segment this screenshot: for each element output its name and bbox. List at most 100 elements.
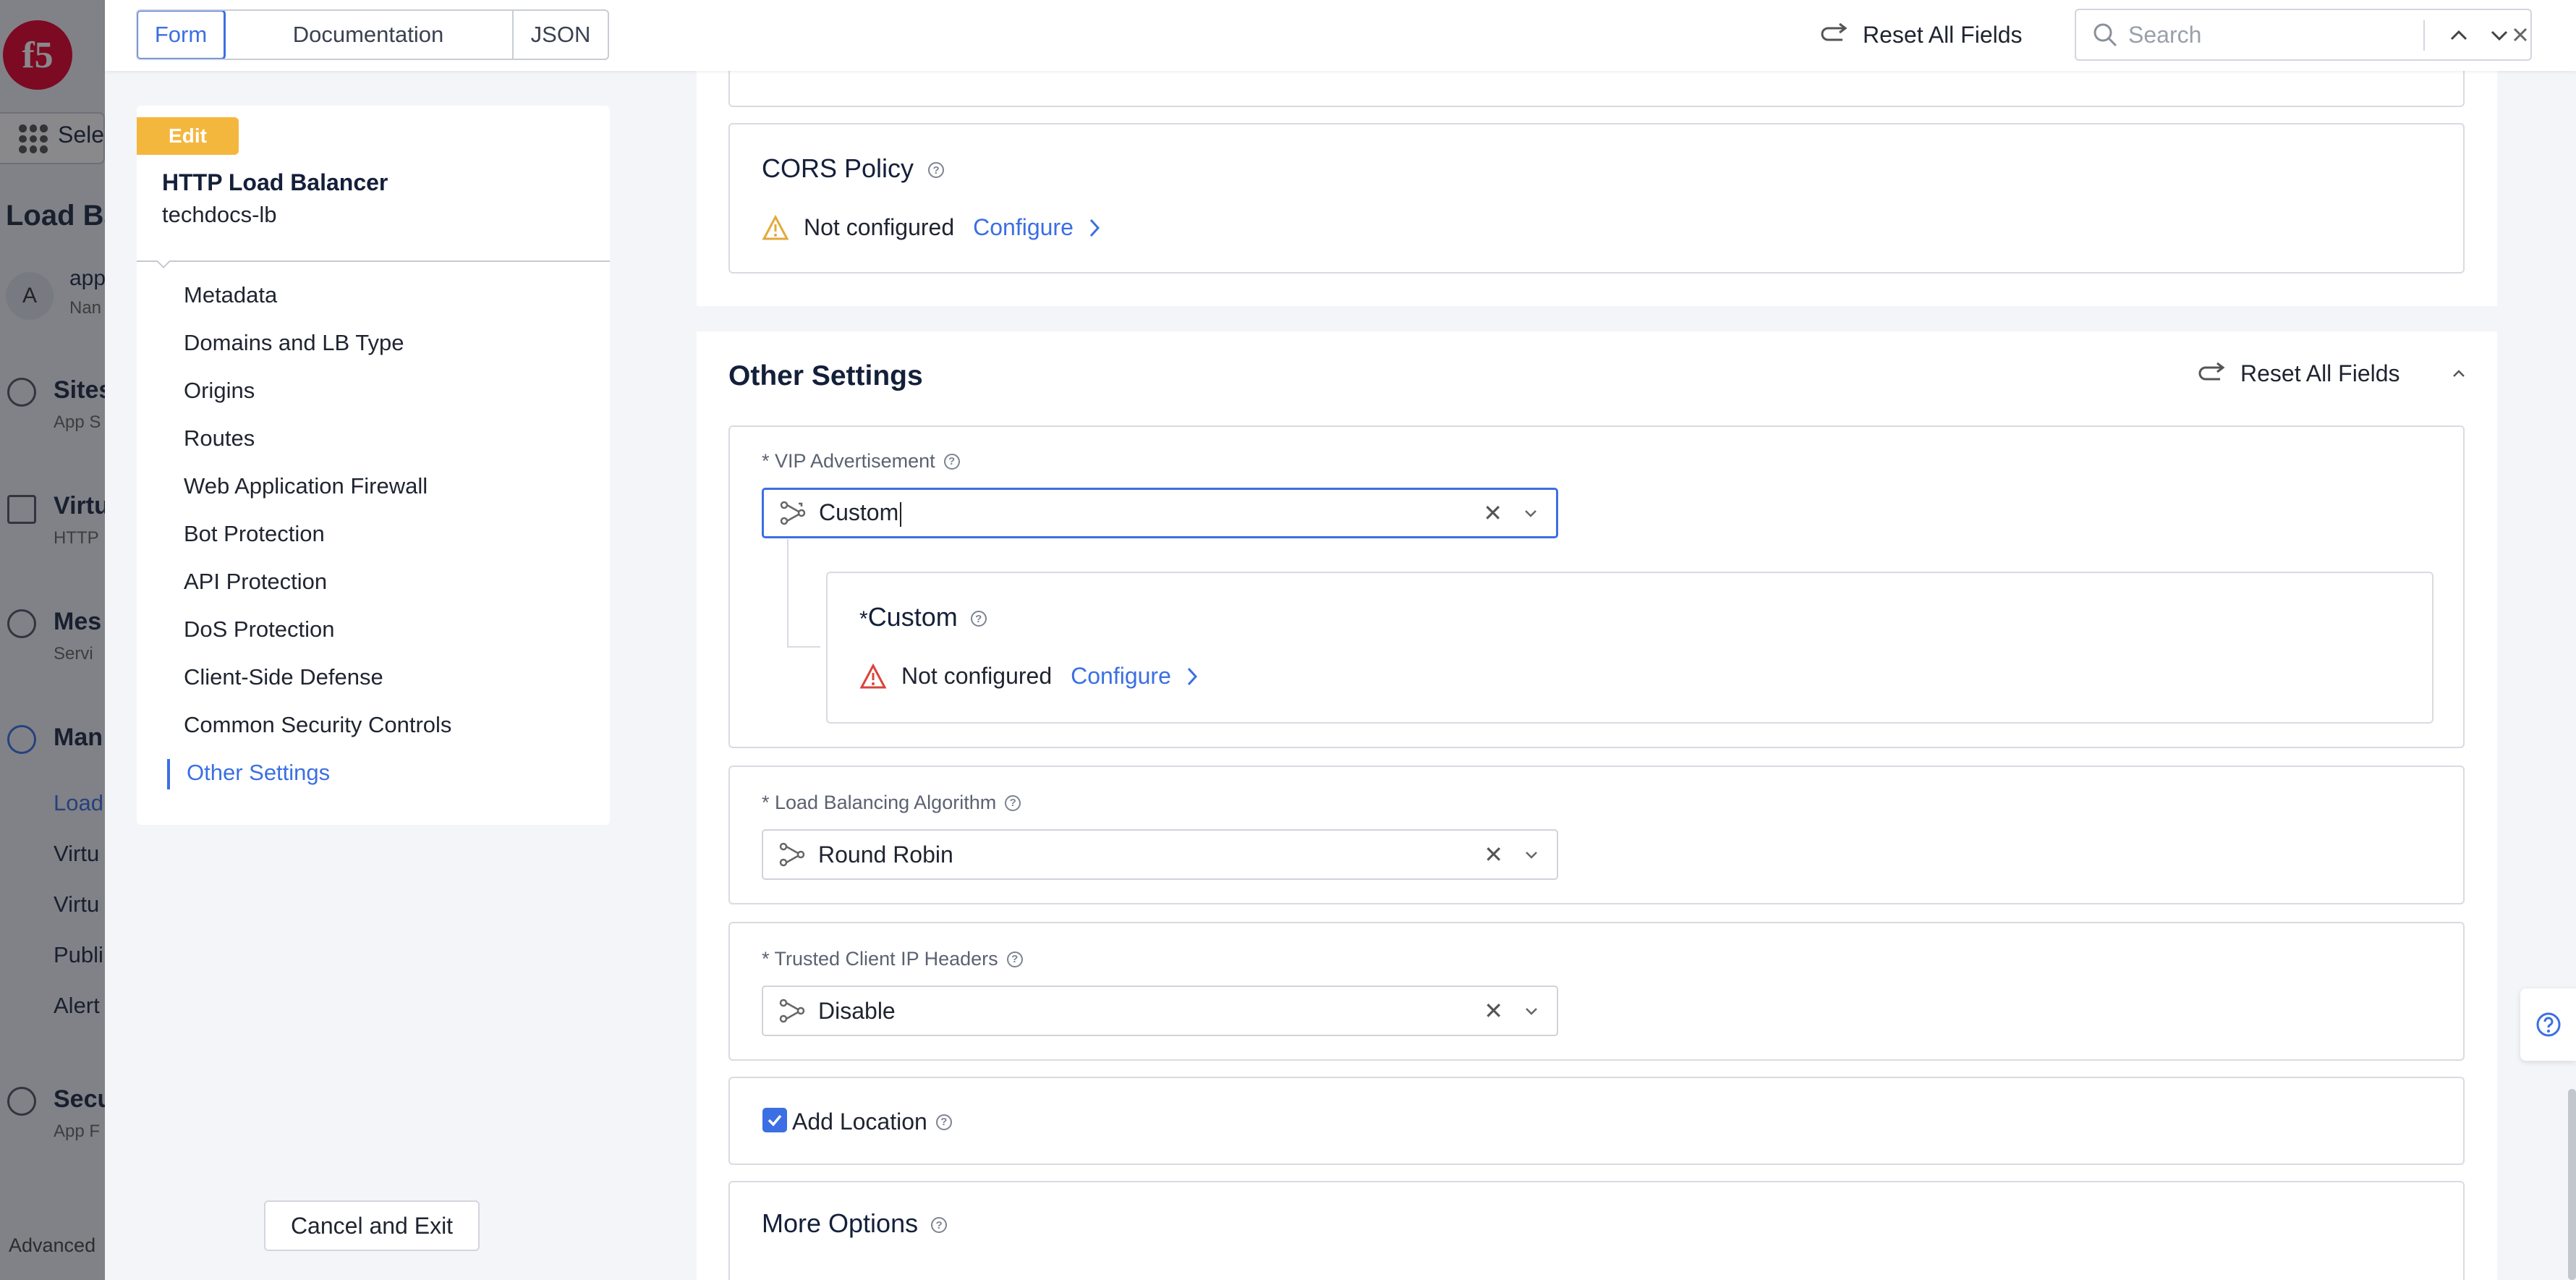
tab-documentation[interactable]: Documentation — [224, 11, 514, 59]
trusted-ip-box: * Trusted Client IP Headers ? Disable ✕ — [728, 922, 2465, 1061]
custom-configure-link[interactable]: Configure — [1071, 663, 1199, 690]
more-options-title: More Options ? — [762, 1208, 948, 1239]
chevron-down-icon[interactable] — [1522, 1001, 1541, 1020]
required-mark: * — [859, 607, 868, 631]
search-icon — [2093, 23, 2117, 47]
cors-policy-title: CORS Policy ? — [762, 153, 945, 184]
nav-item-routes[interactable]: Routes — [184, 425, 255, 452]
reset-all-fields-button[interactable]: Reset All Fields — [1821, 16, 2023, 54]
add-location-box: Add Location ? — [728, 1077, 2465, 1165]
chevron-down-icon[interactable] — [2487, 23, 2512, 48]
nav-item-client-side-defense[interactable]: Client-Side Defense — [184, 664, 383, 690]
chevron-right-icon — [1089, 219, 1100, 237]
lb-algorithm-box: * Load Balancing Algorithm ? Round Robin… — [728, 766, 2465, 904]
search-box — [2075, 9, 2532, 61]
help-icon[interactable]: ? — [1005, 794, 1021, 811]
trusted-ip-value[interactable]: Disable — [818, 998, 1484, 1025]
clear-icon[interactable]: ✕ — [1483, 499, 1502, 527]
help-icon[interactable]: ? — [931, 1217, 948, 1234]
clear-icon[interactable]: ✕ — [1484, 997, 1503, 1025]
vip-advertisement-box: * VIP Advertisement ? Custom ✕ *Custom ?… — [728, 425, 2465, 748]
add-location-label-text: Add Location — [792, 1109, 927, 1135]
help-widget-button[interactable] — [2520, 988, 2576, 1061]
nav-item-dos-protection[interactable]: DoS Protection — [184, 616, 335, 643]
tree-connector — [787, 646, 820, 648]
help-icon[interactable]: ? — [928, 162, 945, 179]
divider-notch — [156, 254, 171, 268]
cancel-and-exit-button[interactable]: Cancel and Exit — [264, 1200, 480, 1251]
check-icon — [768, 1114, 782, 1127]
close-icon[interactable] — [2512, 26, 2529, 43]
reset-all-fields-label: Reset All Fields — [1863, 21, 2023, 48]
tree-connector — [787, 539, 788, 648]
lb-algorithm-value[interactable]: Round Robin — [818, 842, 1484, 868]
configure-label: Configure — [1071, 663, 1171, 689]
section-reset-all-fields-button[interactable]: Reset All Fields — [2198, 360, 2468, 387]
cors-status-label: Not configured — [804, 214, 955, 240]
help-icon[interactable]: ? — [970, 611, 987, 627]
cors-status: Not configured Configure — [762, 214, 1101, 241]
trusted-ip-select[interactable]: Disable ✕ — [762, 986, 1558, 1036]
lb-label-text: * Load Balancing Algorithm — [762, 792, 997, 813]
more-options-box: More Options ? — [728, 1181, 2465, 1280]
nav-item-metadata[interactable]: Metadata — [184, 282, 277, 308]
nav-item-bot-protection[interactable]: Bot Protection — [184, 521, 325, 547]
search-input[interactable] — [2128, 21, 2389, 48]
add-location-checkbox[interactable] — [762, 1108, 787, 1132]
help-icon[interactable]: ? — [1006, 951, 1023, 967]
vip-advertisement-label: * VIP Advertisement ? — [762, 450, 960, 472]
choice-icon — [780, 501, 806, 525]
custom-status: Not configured Configure — [859, 663, 1199, 690]
top-bar: Form Documentation JSON Reset All Fields — [105, 0, 2576, 71]
modal-overlay — [0, 0, 105, 1280]
nav-item-other-settings[interactable]: Other Settings — [187, 760, 330, 786]
object-name: techdocs-lb — [162, 202, 277, 227]
chevron-right-icon — [1187, 667, 1197, 685]
lb-algorithm-select[interactable]: Round Robin ✕ — [762, 829, 1558, 880]
custom-title: *Custom ? — [859, 602, 987, 632]
help-icon[interactable]: ? — [935, 1114, 952, 1130]
chevron-up-icon[interactable] — [2447, 23, 2471, 48]
section-reset-label: Reset All Fields — [2240, 360, 2400, 386]
tab-form[interactable]: Form — [137, 11, 226, 59]
form-nav-panel: Edit HTTP Load Balancer techdocs-lb Meta… — [137, 106, 610, 825]
add-location-label: Add Location ? — [792, 1109, 952, 1135]
nav-item-common-security[interactable]: Common Security Controls — [184, 712, 451, 738]
vip-label-text: * VIP Advertisement — [762, 450, 935, 472]
chevron-up-icon[interactable] — [2449, 365, 2468, 383]
trusted-ip-label-text: * Trusted Client IP Headers — [762, 948, 998, 970]
chevron-down-icon[interactable] — [1522, 845, 1541, 864]
lb-algorithm-label: * Load Balancing Algorithm ? — [762, 792, 1021, 814]
nav-item-domains[interactable]: Domains and LB Type — [184, 330, 404, 356]
nav-item-origins[interactable]: Origins — [184, 378, 255, 404]
chevron-down-icon[interactable] — [1521, 504, 1540, 522]
text-cursor — [900, 501, 902, 527]
help-icon — [2536, 1012, 2560, 1037]
help-icon[interactable]: ? — [943, 453, 960, 470]
choice-icon — [779, 842, 805, 867]
object-type-title: HTTP Load Balancer — [162, 169, 388, 195]
custom-status-label: Not configured — [901, 663, 1053, 689]
edit-badge: Edit — [137, 117, 239, 155]
choice-icon — [779, 999, 805, 1023]
other-settings-card: Other Settings * VIP Advertisement ? Cus… — [697, 331, 2497, 1280]
vip-value-text: Custom — [819, 499, 899, 526]
more-options-label: More Options — [762, 1208, 919, 1238]
view-tabs: Form Documentation JSON — [136, 9, 609, 60]
cors-policy-label: CORS Policy — [762, 153, 914, 183]
cors-policy-box: CORS Policy ? Not configured Configure — [728, 123, 2465, 274]
active-indicator — [167, 759, 170, 789]
vip-advertisement-select[interactable]: Custom ✕ — [762, 488, 1558, 538]
custom-label: Custom — [867, 602, 958, 632]
vip-value[interactable]: Custom — [819, 499, 1483, 527]
cors-configure-link[interactable]: Configure — [973, 214, 1101, 241]
divider — [137, 260, 610, 262]
other-settings-title: Other Settings — [728, 360, 923, 391]
nav-item-api-protection[interactable]: API Protection — [184, 569, 327, 595]
nav-item-waf[interactable]: Web Application Firewall — [184, 473, 428, 499]
clear-icon[interactable]: ✕ — [1484, 841, 1503, 868]
trusted-ip-label: * Trusted Client IP Headers ? — [762, 948, 1023, 970]
warning-icon — [762, 214, 789, 240]
scrollbar[interactable] — [2568, 1089, 2576, 1280]
tab-json[interactable]: JSON — [514, 11, 608, 59]
